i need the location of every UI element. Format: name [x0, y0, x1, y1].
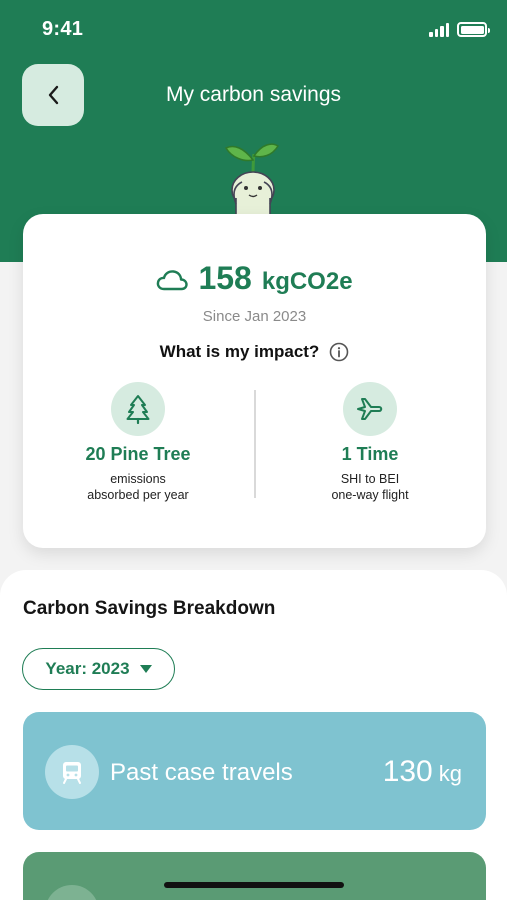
breakdown-item-next[interactable] — [23, 852, 486, 900]
metrics-divider — [254, 390, 256, 498]
pine-tree-icon — [126, 395, 150, 424]
breakdown-item-travel[interactable]: Past case travels 130 kg — [23, 712, 486, 830]
breakdown-item-label: Past case travels — [110, 759, 293, 786]
metric-icon-circle — [111, 382, 165, 436]
metric-description: SHI to BEI one-way flight — [270, 471, 470, 503]
airplane-icon — [357, 398, 383, 420]
year-filter-dropdown[interactable]: Year: 2023 — [22, 648, 175, 690]
battery-icon — [457, 22, 490, 37]
metric-desc-line: SHI to BEI — [340, 472, 400, 486]
impact-question-text: What is my impact? — [159, 342, 320, 361]
year-filter-label: Year: 2023 — [45, 659, 130, 678]
breakdown-section: Carbon Savings Breakdown Year: 2023 Past… — [0, 570, 507, 900]
metric-value: 1 Time — [341, 444, 399, 464]
status-time: 9:41 — [42, 18, 84, 40]
breakdown-item-number: 130 — [382, 755, 433, 788]
page-title: My carbon savings — [165, 83, 342, 106]
caret-down-icon — [139, 665, 152, 673]
home-indicator — [164, 882, 344, 888]
total-savings: 158 kgCO2e — [23, 260, 486, 297]
breakdown-title: Carbon Savings Breakdown — [23, 598, 276, 619]
total-unit: kgCO2e — [261, 268, 353, 295]
metric-desc-line: emissions — [110, 472, 166, 486]
train-icon-circle — [45, 745, 99, 799]
signal-icon — [429, 22, 449, 37]
cloud-icon — [157, 269, 189, 290]
status-bar: 9:41 — [0, 0, 507, 60]
info-icon[interactable] — [329, 342, 349, 362]
status-icons — [429, 22, 490, 37]
metric-description: emissions absorbed per year — [38, 471, 238, 503]
metric-desc-line: absorbed per year — [87, 488, 189, 502]
since-date: Since Jan 2023 — [202, 308, 307, 325]
metric-pine-tree: 20 Pine Tree emissions absorbed per year — [38, 382, 238, 503]
total-value: 158 — [198, 260, 252, 296]
impact-question: What is my impact? — [23, 342, 486, 362]
breakdown-item-unit: kg — [438, 761, 462, 786]
impact-card: 158 kgCO2e Since Jan 2023 What is my imp… — [23, 214, 486, 548]
metric-flight: 1 Time SHI to BEI one-way flight — [270, 382, 470, 503]
train-icon — [63, 762, 81, 784]
breakdown-item-value: 130 kg — [383, 755, 462, 789]
metric-desc-line: one-way flight — [331, 488, 409, 502]
breakdown-item-icon-circle — [45, 885, 99, 900]
metric-icon-circle — [343, 382, 397, 436]
metric-value: 20 Pine Tree — [85, 444, 191, 464]
